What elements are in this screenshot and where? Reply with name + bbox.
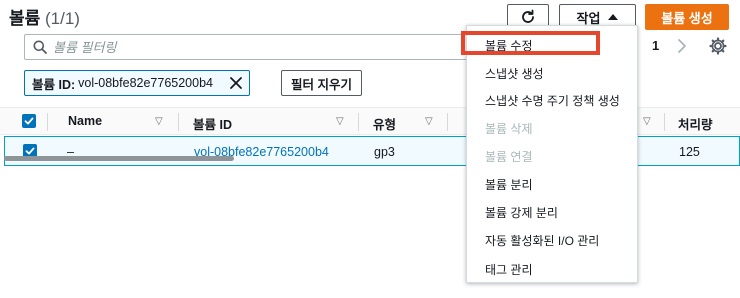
menu-item-manage-tags[interactable]: 태그 관리	[467, 255, 639, 283]
checkbox-checked-icon	[24, 117, 34, 125]
page-number[interactable]: 1	[652, 38, 659, 53]
actions-button-label: 작업	[576, 10, 601, 26]
page-title: 볼륨 (1/1)	[9, 4, 80, 29]
column-header-throughput[interactable]: 처리량	[678, 114, 713, 133]
menu-item-force-detach-volume[interactable]: 볼륨 강제 분리	[467, 198, 639, 226]
menu-item-create-lifecycle-policy[interactable]: 스냅샷 수명 주기 정책 생성	[467, 86, 639, 114]
search-input[interactable]	[53, 39, 453, 55]
clear-filters-label: 필터 지우기	[291, 77, 352, 92]
sort-icon[interactable]: ▽	[643, 116, 651, 127]
column-divider	[358, 113, 359, 131]
gear-icon[interactable]	[709, 37, 727, 55]
chevron-right-icon[interactable]	[674, 36, 690, 56]
menu-item-detach-volume[interactable]: 볼륨 분리	[467, 170, 639, 198]
create-volume-button-label: 볼륨 생성	[661, 10, 713, 26]
column-divider	[178, 113, 179, 131]
horizontal-scrollbar[interactable]	[4, 156, 234, 161]
column-divider	[47, 113, 48, 131]
select-all-checkbox[interactable]	[22, 114, 36, 128]
checkbox-checked-icon	[25, 147, 35, 155]
highlight-box	[461, 31, 600, 55]
column-divider	[664, 113, 665, 131]
filter-token: 볼륨 ID: vol-08bfe82e7765200b4	[24, 70, 250, 96]
actions-menu: 볼륨 수정 스냅샷 생성 스냅샷 수명 주기 정책 생성 볼륨 삭제 볼륨 연결…	[466, 25, 638, 283]
cell-throughput: 125	[679, 145, 700, 159]
page-title-text: 볼륨	[9, 9, 41, 28]
menu-item-manage-auto-enabled-io[interactable]: 자동 활성화된 I/O 관리	[467, 226, 639, 254]
filter-token-value: vol-08bfe82e7765200b4	[78, 76, 213, 90]
column-header-volume-id[interactable]: 볼륨 ID	[193, 114, 232, 133]
menu-item-attach-volume: 볼륨 연결	[485, 149, 533, 164]
cell-type: gp3	[374, 145, 395, 159]
menu-item-create-snapshot[interactable]: 스냅샷 생성	[467, 59, 639, 87]
search-box[interactable]	[24, 34, 470, 60]
close-icon[interactable]	[229, 76, 243, 90]
menu-item-delete-volume: 볼륨 삭제	[485, 121, 533, 136]
create-volume-button[interactable]: 볼륨 생성	[645, 4, 729, 30]
column-header-name[interactable]: Name	[68, 114, 102, 128]
caret-up-icon	[608, 14, 619, 20]
column-divider	[447, 113, 448, 131]
sort-icon[interactable]: ▽	[425, 116, 433, 127]
filter-token-label: 볼륨 ID:	[32, 77, 76, 92]
sort-icon[interactable]: ▽	[155, 116, 163, 127]
selection-count: (1/1)	[45, 9, 80, 28]
sort-icon[interactable]: ▽	[336, 116, 344, 127]
column-header-type[interactable]: 유형	[373, 114, 396, 133]
search-icon	[33, 40, 47, 54]
refresh-icon	[522, 9, 534, 23]
clear-filters-button[interactable]: 필터 지우기	[281, 70, 362, 96]
